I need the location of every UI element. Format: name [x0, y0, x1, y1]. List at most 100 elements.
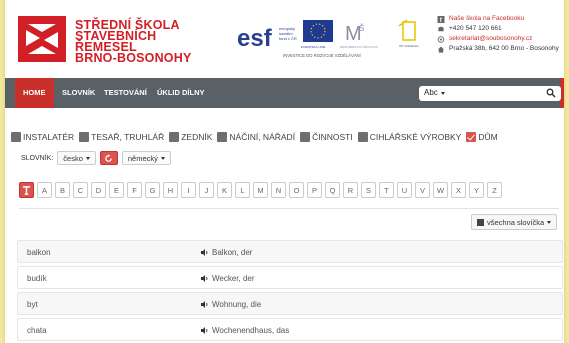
letter-button-r[interactable]: R — [343, 182, 358, 198]
list-item[interactable]: chata Wochenendhaus, das — [17, 318, 563, 341]
nav-item-home[interactable]: HOME — [15, 78, 54, 108]
letter-button-b[interactable]: B — [55, 182, 70, 198]
category-label: ČINNOSTI — [312, 131, 353, 142]
phone-text: +420 547 120 661 — [449, 25, 502, 32]
checkbox[interactable] — [169, 131, 180, 142]
svg-text:Š: Š — [359, 24, 364, 33]
letter-button-p[interactable]: P — [307, 182, 322, 198]
speaker-icon[interactable] — [201, 275, 209, 282]
svg-text:MINISTERSTVO ŠKOLSTVÍ: MINISTERSTVO ŠKOLSTVÍ — [340, 44, 378, 49]
svg-text:OP Vzdělávání: OP Vzdělávání — [399, 44, 419, 48]
list-item[interactable]: budík Wecker, der — [17, 266, 563, 289]
chevron-down-icon — [440, 92, 445, 95]
refresh-icon — [105, 153, 113, 162]
letter-button-h[interactable]: H — [163, 182, 178, 198]
letter-button-w[interactable]: W — [433, 182, 448, 198]
home-icon — [437, 45, 445, 53]
category-instalater[interactable]: INSTALATÉR — [11, 131, 75, 142]
speaker-icon[interactable] — [201, 301, 209, 308]
german-word: Wecker, der — [212, 274, 255, 283]
speaker-icon[interactable] — [201, 249, 209, 256]
svg-text:esf: esf — [237, 25, 273, 52]
letter-button-c[interactable]: C — [73, 182, 88, 198]
chevron-down-icon — [547, 220, 552, 224]
letter-button-a[interactable]: A — [37, 182, 52, 198]
category-nacini-naradi[interactable]: NÁČINÍ, NÁŘADÍ — [217, 131, 296, 142]
source-language-dropdown[interactable]: česko — [57, 151, 96, 165]
address-row: Pražská 38b, 642 00 Brno - Bosonohy — [437, 44, 559, 54]
german-word: Wohnung, die — [212, 300, 262, 309]
checkbox[interactable] — [300, 131, 311, 142]
search-icon[interactable] — [546, 88, 556, 98]
nav-item-uklid-dilny[interactable]: ÚKLID DÍLNY — [149, 78, 213, 108]
letter-button-m[interactable]: M — [253, 182, 268, 198]
category-dum[interactable]: DŮM — [466, 131, 498, 142]
letter-button-v[interactable]: V — [415, 182, 430, 198]
letter-button-l[interactable]: L — [235, 182, 250, 198]
at-icon — [437, 35, 445, 43]
translation[interactable]: Wohnung, die — [201, 300, 261, 309]
search-box[interactable]: Abc — [419, 86, 561, 101]
category-tesar-truhlar[interactable]: TESAŘ, TRUHLÁŘ — [79, 131, 164, 142]
email-link[interactable]: sekretariat@soubosonohy.cz — [437, 34, 559, 44]
letter-button-j[interactable]: J — [199, 182, 214, 198]
text-size-button[interactable] — [19, 182, 34, 198]
list-item[interactable]: balkon Balkon, der — [17, 240, 563, 263]
sponsor-logos: esf evropský sociální fond v ČR EVROPSKÁ… — [235, 16, 425, 64]
czech-word: byt — [27, 300, 38, 309]
letter-button-d[interactable]: D — [91, 182, 106, 198]
checkbox-checked[interactable] — [466, 131, 477, 142]
list-item[interactable]: byt Wohnung, die — [17, 292, 563, 315]
school-name[interactable]: STŘEDNÍ ŠKOLA STAVEBNÍCH ŘEMESEL BRNO-BO… — [75, 19, 192, 65]
czech-word: chata — [27, 326, 47, 335]
svg-text:fond v ČR: fond v ČR — [279, 36, 297, 41]
translation[interactable]: Balkon, der — [201, 248, 252, 257]
facebook-link[interactable]: f Naše škola na Facebooku — [437, 14, 559, 24]
category-label: INSTALATÉR — [23, 131, 75, 142]
checkbox[interactable] — [357, 131, 368, 142]
letter-button-e[interactable]: E — [109, 182, 124, 198]
checkbox[interactable] — [79, 131, 90, 142]
email-text: sekretariat@soubosonohy.cz — [449, 35, 533, 42]
search-type-select[interactable]: Abc — [424, 88, 445, 97]
chevron-down-icon — [85, 156, 90, 160]
category-cihlarske-vyrobky[interactable]: CIHLÁŘSKÉ VÝROBKY — [357, 131, 461, 142]
letter-button-i[interactable]: I — [181, 182, 196, 198]
phone-icon — [438, 26, 444, 31]
search-type-value: Abc — [424, 88, 438, 97]
letter-button-o[interactable]: O — [289, 182, 304, 198]
letter-button-z[interactable]: Z — [487, 182, 502, 198]
translation[interactable]: Wochenendhaus, das — [201, 326, 289, 335]
facebook-icon: f — [437, 15, 445, 23]
letter-button-g[interactable]: G — [145, 182, 160, 198]
checkbox[interactable] — [217, 131, 228, 142]
swap-languages-button[interactable] — [99, 151, 118, 165]
speaker-icon[interactable] — [201, 327, 209, 334]
page: STŘEDNÍ ŠKOLA STAVEBNÍCH ŘEMESEL BRNO-BO… — [5, 0, 564, 343]
category-zednik[interactable]: ZEDNÍK — [169, 131, 212, 142]
translation[interactable]: Wecker, der — [201, 274, 255, 283]
category-label: NÁČINÍ, NÁŘADÍ — [229, 131, 296, 142]
letter-button-q[interactable]: Q — [325, 182, 340, 198]
letter-button-k[interactable]: K — [217, 182, 232, 198]
checkbox[interactable] — [11, 131, 21, 142]
letter-button-n[interactable]: N — [271, 182, 286, 198]
german-word: Wochenendhaus, das — [212, 326, 290, 335]
letter-button-u[interactable]: U — [397, 182, 412, 198]
all-words-dropdown[interactable]: všechna slovíčka — [471, 214, 558, 230]
letter-button-t[interactable]: T — [379, 182, 394, 198]
letter-button-f[interactable]: F — [127, 182, 142, 198]
category-cinnosti[interactable]: ČINNOSTI — [300, 131, 353, 142]
source-language-value: česko — [63, 153, 83, 163]
category-label: DŮM — [478, 131, 498, 142]
letter-button-s[interactable]: S — [361, 182, 376, 198]
school-name-line-4: BRNO-BOSONOHY — [75, 51, 192, 65]
letter-button-x[interactable]: X — [451, 182, 466, 198]
alphabet-filter: ABCDEFGHIJKLMNOPQRSTUVWXYZ — [19, 182, 505, 198]
letter-button-y[interactable]: Y — [469, 182, 484, 198]
target-language-dropdown[interactable]: německý — [121, 151, 171, 165]
school-logo-icon[interactable] — [18, 16, 66, 62]
target-language-value: německý — [127, 153, 158, 163]
nav-item-testovani[interactable]: TESTOVÁNÍ — [96, 78, 155, 108]
divider — [19, 208, 559, 209]
